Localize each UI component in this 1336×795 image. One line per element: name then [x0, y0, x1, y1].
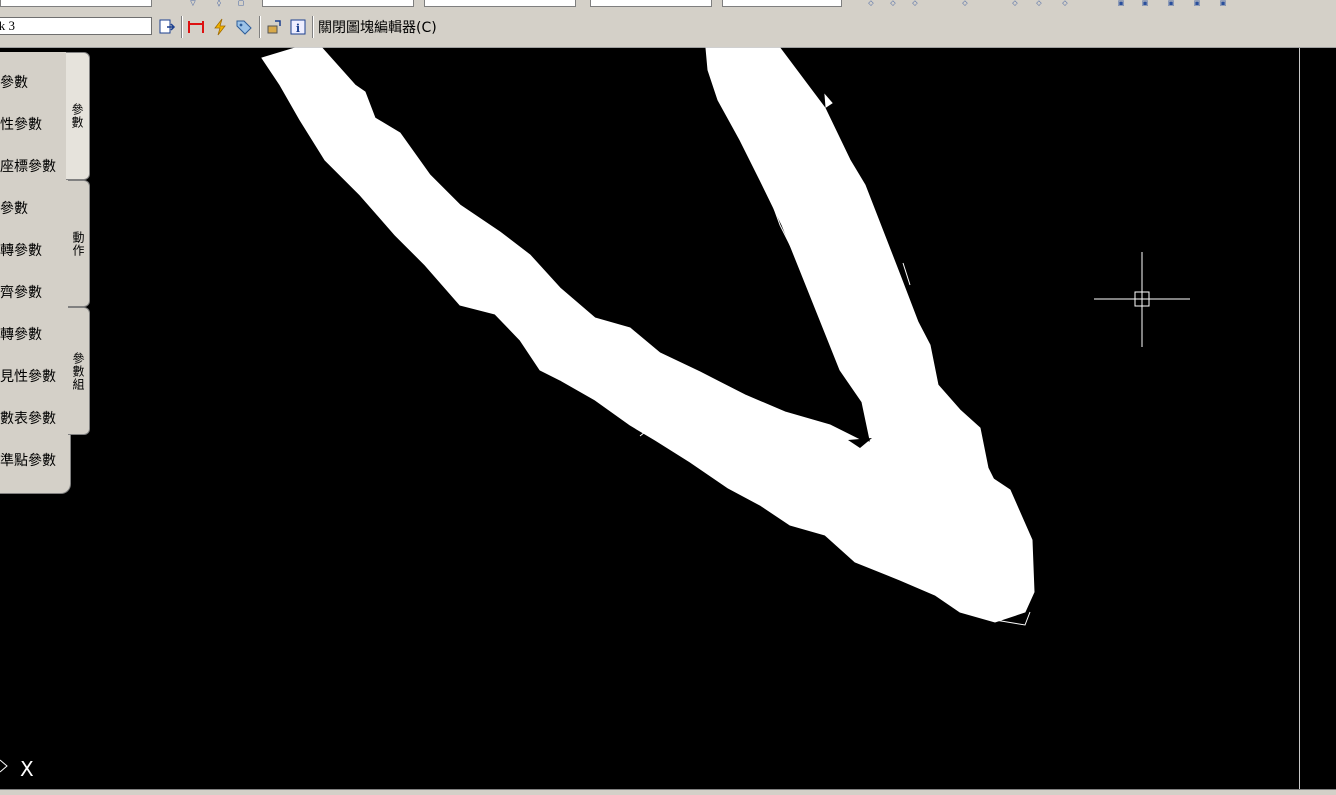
- ucs-axis-icon: [0, 759, 8, 773]
- palette-item-point-parameter[interactable]: 參數: [0, 62, 70, 104]
- tab-actions[interactable]: 動作: [68, 180, 90, 307]
- tab-parameters[interactable]: 參數: [66, 52, 90, 180]
- palette-item-alignment-parameter[interactable]: 齊參數: [0, 272, 70, 314]
- ucs-x-label: X: [20, 757, 34, 781]
- palette-item-polar-parameter[interactable]: 座標參數: [0, 146, 70, 188]
- palette-item-lookup-parameter[interactable]: 數表參數: [0, 398, 70, 440]
- palette-item-basepoint-parameter[interactable]: 準點參數: [0, 440, 70, 482]
- viewport-right-border: [1299, 48, 1300, 790]
- palette-item-linear-parameter[interactable]: 性參數: [0, 104, 70, 146]
- tab-parameter-sets[interactable]: 參數組: [68, 307, 90, 435]
- crosshair-cursor-icon: [1094, 252, 1190, 347]
- drawing-canvas[interactable]: X: [0, 0, 1336, 794]
- block-authoring-palette: 參數 性參數 座標參數 參數 轉參數 齊參數 轉參數 見性參數 數表參數 準點參…: [0, 52, 71, 494]
- palette-item-xy-parameter[interactable]: 參數: [0, 188, 70, 230]
- palette-item-visibility-parameter[interactable]: 見性參數: [0, 356, 70, 398]
- palette-tabs: 參數 動作 參數組: [66, 52, 90, 435]
- palette-item-rotation-parameter[interactable]: 轉參數: [0, 230, 70, 272]
- bottom-scroll-edge: [0, 789, 1336, 795]
- small-shape-fragment: [824, 93, 833, 108]
- palette-item-flip-parameter[interactable]: 轉參數: [0, 314, 70, 356]
